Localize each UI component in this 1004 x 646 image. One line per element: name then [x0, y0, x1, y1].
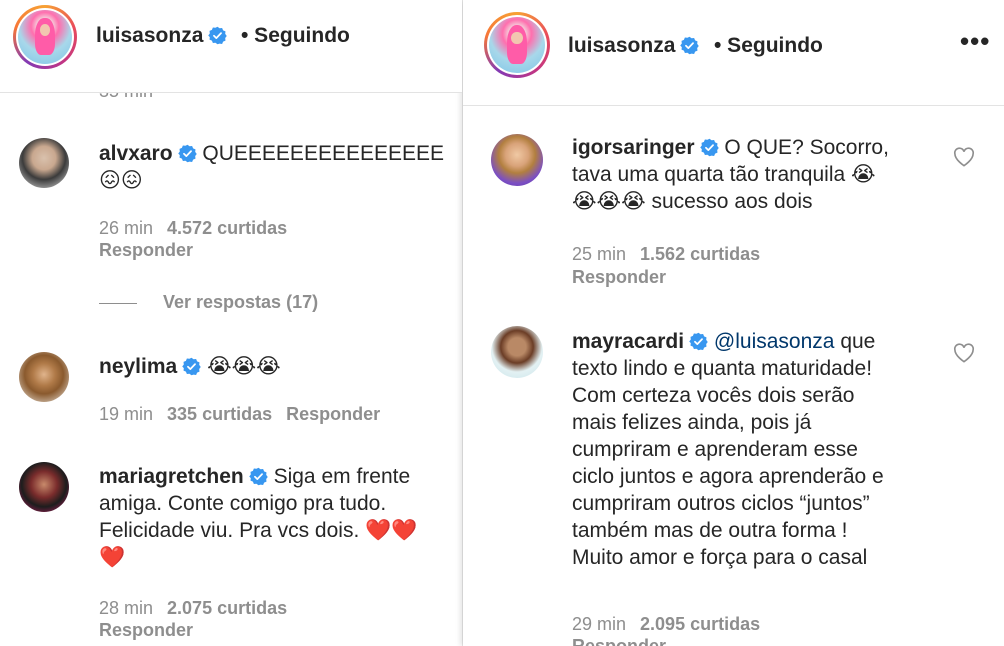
heart-like-icon[interactable]: [953, 343, 975, 363]
comment-text: O QUE? Socorro,: [724, 136, 889, 159]
left-comments-panel: luisasonza • Seguindo 35 min alvxaro QUE…: [0, 0, 462, 646]
comment-text: Siga em frente: [273, 465, 411, 488]
reply-button[interactable]: Responder: [286, 404, 380, 424]
comment-likes[interactable]: 2.075 curtidas: [167, 598, 287, 618]
comment-meta: 26 min 4.572 curtidas: [99, 218, 287, 239]
comment-text: 😭😭😭 sucesso aos dois: [572, 190, 813, 213]
comment-body: neylima 😭😭😭: [99, 353, 449, 380]
comment-username[interactable]: igorsaringer: [572, 136, 695, 159]
view-replies-button[interactable]: Ver respostas (17): [99, 292, 318, 313]
comment-text: texto lindo e quanta maturidade!: [572, 357, 873, 380]
view-replies-text[interactable]: Ver respostas (17): [163, 292, 318, 312]
reply-button[interactable]: Responder: [99, 240, 193, 261]
more-options-icon[interactable]: •••: [960, 26, 990, 57]
avatar[interactable]: [491, 134, 543, 186]
verified-badge-icon: [178, 144, 197, 163]
verified-badge-icon: [208, 26, 227, 45]
comment-body: mayracardi @luisasonza que texto lindo e…: [572, 328, 952, 571]
reply-button[interactable]: Responder: [99, 620, 193, 641]
avatar[interactable]: [491, 326, 543, 378]
verified-badge-icon: [680, 36, 699, 55]
heart-emoji: ❤️❤️: [365, 518, 418, 542]
avatar[interactable]: [18, 10, 72, 64]
heart-like-icon[interactable]: [953, 147, 975, 167]
comment-time[interactable]: 28 min: [99, 598, 153, 618]
username-text[interactable]: luisasonza: [96, 24, 203, 47]
comment-likes[interactable]: 1.562 curtidas: [640, 244, 760, 264]
username-text[interactable]: luisasonza: [568, 34, 675, 57]
avatar[interactable]: [19, 138, 69, 188]
divider-line: [99, 302, 137, 304]
comment-time[interactable]: 19 min: [99, 404, 153, 424]
following-button[interactable]: • Seguindo: [241, 24, 350, 48]
comment-time[interactable]: 26 min: [99, 218, 153, 238]
right-comments-panel: luisasonza • Seguindo ••• igorsaringer O…: [463, 0, 1004, 646]
mention-link[interactable]: @luisasonza: [714, 330, 835, 353]
reply-button[interactable]: Responder: [572, 267, 666, 288]
comment-meta: 25 min 1.562 curtidas: [572, 244, 760, 265]
verified-badge-icon: [182, 357, 201, 376]
comment-text-emoji: 😖😖: [99, 168, 143, 192]
comment-text: amiga. Conte comigo pra tudo.: [99, 492, 387, 515]
avatar[interactable]: [489, 17, 545, 73]
comment-time[interactable]: 29 min: [572, 614, 626, 634]
comment-body: alvxaro QUEEEEEEEEEEEEEEE 😖😖: [99, 140, 449, 194]
comment-text: QUEEEEEEEEEEEEEEE: [202, 142, 445, 165]
comment-text: também mas de outra forma !: [572, 519, 848, 542]
comment-meta: 28 min 2.075 curtidas: [99, 598, 287, 619]
comment-text: 😭😭😭: [207, 354, 281, 378]
comment-username[interactable]: neylima: [99, 355, 177, 378]
avatar[interactable]: [19, 352, 69, 402]
comment-username[interactable]: alvxaro: [99, 142, 173, 165]
verified-badge-icon: [249, 467, 268, 486]
comment-text: mais felizes ainda, pois já: [572, 411, 812, 434]
comment-username[interactable]: mariagretchen: [99, 465, 244, 488]
comment-meta: 29 min 2.095 curtidas: [572, 614, 760, 635]
comment-likes[interactable]: 4.572 curtidas: [167, 218, 287, 238]
post-header: luisasonza • Seguindo: [0, 0, 462, 93]
comment-text: que: [840, 330, 876, 353]
verified-badge-icon: [689, 332, 708, 351]
comment-body: igorsaringer O QUE? Socorro, tava uma qu…: [572, 134, 952, 215]
comment-text: cumpriram e aprenderam esse: [572, 438, 858, 461]
comment-username[interactable]: mayracardi: [572, 330, 684, 353]
comment-time[interactable]: 25 min: [572, 244, 626, 264]
header-username[interactable]: luisasonza: [568, 34, 699, 58]
comment-text: cumpriram outros ciclos “juntos”: [572, 492, 870, 515]
comment-likes[interactable]: 335 curtidas: [167, 404, 272, 424]
avatar[interactable]: [19, 462, 69, 512]
comment-text: Felicidade viu. Pra vcs dois.: [99, 519, 366, 542]
comment-text: ciclo juntos e agora aprenderão e: [572, 465, 884, 488]
comment-text: Com certeza vocês dois serão: [572, 384, 855, 407]
comment-text: tava uma quarta tão tranquila 😭: [572, 163, 876, 186]
post-header: luisasonza • Seguindo •••: [463, 0, 1004, 106]
heart-emoji: ❤️: [99, 545, 126, 569]
comment-body: mariagretchen Siga em frente amiga. Cont…: [99, 463, 454, 571]
header-username[interactable]: luisasonza: [96, 24, 227, 48]
comment-text: Muito amor e força para o casal: [572, 546, 868, 569]
comment-likes[interactable]: 2.095 curtidas: [640, 614, 760, 634]
comment-meta: 19 min 335 curtidas Responder: [99, 404, 380, 425]
reply-button[interactable]: Responder: [572, 636, 666, 646]
following-button[interactable]: • Seguindo: [714, 34, 823, 58]
verified-badge-icon: [700, 138, 719, 157]
